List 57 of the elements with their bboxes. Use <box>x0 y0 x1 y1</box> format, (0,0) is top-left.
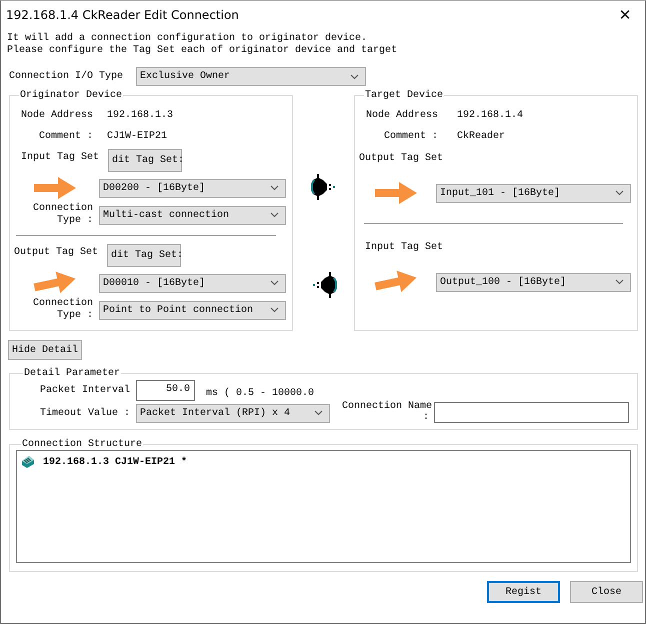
tag-set-dropdown[interactable]: Output_100 - [16Byte] <box>436 272 631 292</box>
field-label: Connection I/O Type <box>9 71 124 82</box>
dialog-button[interactable]: Regist <box>487 581 560 603</box>
section-label: Output Tag Set <box>359 152 444 164</box>
panel-title: Connection Structure <box>21 439 144 450</box>
window-title: 192.168.1.4 CkReader Edit Connection <box>6 8 239 22</box>
close-button[interactable]: ✕ <box>605 1 645 28</box>
chevron-down-icon <box>270 185 279 191</box>
chevron-down-icon <box>350 74 360 80</box>
edit-tag-set-button[interactable]: dit Tag Set: <box>108 149 182 172</box>
chevron-down-icon <box>270 280 279 286</box>
field-label: Connection <box>32 203 93 215</box>
panel-title: Detail Parameter <box>23 368 122 379</box>
field-label: Packet Interval <box>38 384 131 396</box>
section-label: Output Tag Set <box>14 246 98 258</box>
field-value: CJ1W-EIP21 <box>106 131 168 142</box>
edit-tag-set-button[interactable]: dit Tag Set: <box>107 244 182 267</box>
connection-type-dropdown[interactable]: Multi-cast connection <box>99 206 286 224</box>
packet-interval-field[interactable]: 50.0 <box>136 380 195 400</box>
field-label: Comment : <box>382 131 439 142</box>
io-type-dropdown[interactable]: Exclusive Owner <box>136 67 366 86</box>
arrow-icon <box>32 176 78 200</box>
field-value: 192.168.1.3 <box>106 110 174 121</box>
field-label: Node Address <box>20 110 94 121</box>
field-label: Connection Name <box>342 401 432 412</box>
tag-set-dropdown[interactable]: D00010 - [16Byte] <box>99 274 286 292</box>
chevron-down-icon <box>615 279 624 285</box>
chevron-down-icon <box>314 410 323 416</box>
field-label: Node Address <box>364 110 439 121</box>
chevron-down-icon <box>615 190 624 196</box>
instruction-text: It will add a connection configuration to originator device. <box>7 33 368 44</box>
dialog-button[interactable]: Close <box>570 581 643 603</box>
range-text: ms ( 0.5 - 10000.0 <box>205 386 314 398</box>
section-label: Input Tag Set <box>20 151 100 163</box>
field-value: 192.168.1.4 <box>456 110 524 121</box>
chevron-down-icon <box>270 307 279 313</box>
field-value: CkReader <box>456 131 506 142</box>
field-label: Connection <box>32 298 93 310</box>
field-label: Comment : <box>38 131 94 142</box>
field-label: Type : <box>56 215 93 227</box>
field-label: Type : <box>56 310 93 322</box>
tree-item[interactable]: 192.168.1.3 CJ1W-EIP21 * <box>43 456 188 468</box>
instruction-text: Please configure the Tag Set each of originator device and target <box>7 45 398 57</box>
arrow-icon <box>373 181 419 205</box>
chevron-down-icon <box>270 212 279 218</box>
field-label: : <box>423 412 430 423</box>
tag-set-dropdown[interactable]: Input_101 - [16Byte] <box>436 184 631 202</box>
connection-type-dropdown[interactable]: Point to Point connection <box>99 300 286 320</box>
field-label: Timeout Value : <box>38 408 131 418</box>
tag-set-dropdown[interactable]: D00200 - [16Byte] <box>99 178 286 198</box>
connection-name-field[interactable] <box>434 402 630 422</box>
timeout-dropdown[interactable]: Packet Interval (RPI) x 4 <box>136 404 330 422</box>
section-label: Input Tag Set <box>364 242 444 253</box>
network-module-icon <box>21 455 35 469</box>
panel-title: Target Device <box>364 90 444 101</box>
panel-title: Originator Device <box>19 90 124 101</box>
hide-detail-button[interactable]: Hide Detail <box>8 340 82 360</box>
